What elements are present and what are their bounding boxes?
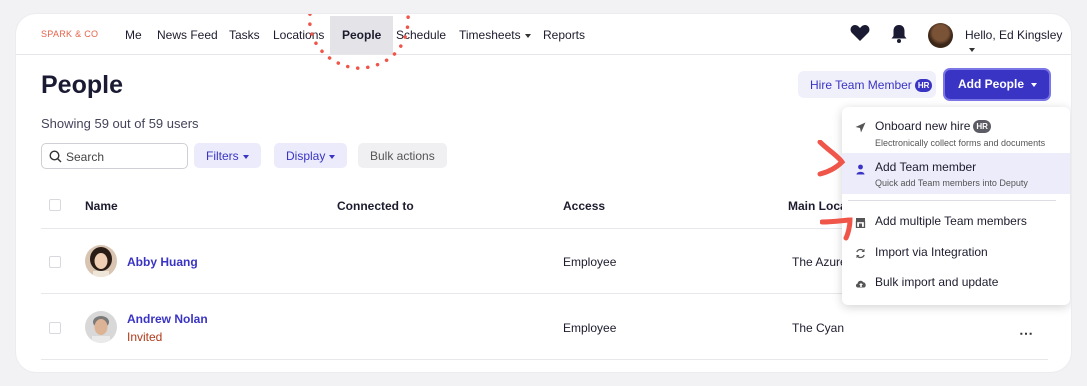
menu-item-onboard-new-hire[interactable]: Onboard new hire HR Electronically collec… bbox=[842, 107, 1070, 153]
access-cell: Employee bbox=[563, 321, 617, 335]
status-badge: Invited bbox=[127, 330, 163, 344]
menu-item-label: Onboard new hire HR bbox=[875, 119, 991, 133]
add-people-label: Add People bbox=[958, 77, 1025, 91]
menu-item-description: Quick add Team members into Deputy bbox=[875, 178, 1028, 188]
onboard-new-hire-label: Onboard new hire bbox=[875, 119, 971, 133]
hr-badge: HR bbox=[973, 120, 991, 133]
search-input[interactable] bbox=[66, 147, 181, 166]
more-actions-icon[interactable]: ⋯ bbox=[1019, 325, 1034, 342]
row-checkbox[interactable] bbox=[49, 322, 61, 334]
row-checkbox[interactable] bbox=[49, 256, 61, 268]
filters-button[interactable]: Filters bbox=[194, 143, 261, 168]
user-avatar[interactable] bbox=[928, 23, 953, 48]
search-box[interactable] bbox=[41, 143, 188, 169]
location-cell: The Cyan bbox=[792, 321, 845, 335]
nav-item-locations[interactable]: Locations bbox=[273, 28, 324, 42]
menu-item-bulk-import-and-update[interactable]: Bulk import and update bbox=[842, 268, 1070, 296]
hire-team-member-button[interactable]: Hire Team Member HR bbox=[798, 71, 936, 98]
display-button[interactable]: Display bbox=[274, 143, 348, 168]
column-header-name[interactable]: Name bbox=[85, 199, 118, 213]
brand-logo[interactable]: SPARK & CO bbox=[41, 29, 98, 39]
nav-item-schedule[interactable]: Schedule bbox=[396, 28, 446, 42]
chevron-down-icon bbox=[1031, 82, 1038, 87]
menu-divider bbox=[848, 200, 1056, 201]
menu-item-label: Add multiple Team members bbox=[875, 214, 1027, 228]
page-title: People bbox=[41, 71, 123, 99]
add-people-menu: Onboard new hire HR Electronically collec… bbox=[842, 107, 1070, 305]
chevron-down-icon bbox=[329, 154, 336, 159]
person-name-link[interactable]: Andrew Nolan bbox=[127, 312, 208, 326]
select-all-checkbox[interactable] bbox=[49, 199, 61, 211]
menu-item-add-multiple-team-members[interactable]: Add multiple Team members bbox=[842, 207, 1070, 235]
divider bbox=[41, 359, 1048, 360]
column-header-main-location[interactable]: Main Loca bbox=[788, 199, 847, 213]
user-menu[interactable]: Hello, Ed Kingsley bbox=[965, 28, 1071, 56]
location-cell: The Azure bbox=[792, 255, 847, 269]
nav-item-tasks[interactable]: Tasks bbox=[229, 28, 260, 42]
avatar bbox=[85, 311, 117, 343]
menu-item-add-team-member[interactable]: Add Team member Quick add Team members i… bbox=[842, 153, 1070, 194]
filters-label: Filters bbox=[206, 149, 239, 163]
display-label: Display bbox=[286, 149, 326, 163]
user-count-summary: Showing 59 out of 59 users bbox=[41, 116, 199, 131]
column-header-access[interactable]: Access bbox=[563, 199, 605, 213]
chevron-down-icon bbox=[242, 154, 249, 159]
menu-item-label: Bulk import and update bbox=[875, 275, 999, 289]
nav-item-timesheets-label: Timesheets bbox=[459, 28, 521, 42]
nav-item-people[interactable]: People bbox=[330, 16, 394, 54]
menu-item-description: Electronically collect forms and documen… bbox=[875, 138, 1046, 148]
menu-item-label: Add Team member bbox=[875, 160, 977, 174]
user-greeting: Hello, Ed Kingsley bbox=[965, 28, 1063, 42]
nav-item-me[interactable]: Me bbox=[125, 28, 142, 42]
column-header-connected-to[interactable]: Connected to bbox=[337, 199, 414, 213]
cloud-upload-icon bbox=[855, 276, 867, 294]
avatar bbox=[85, 245, 117, 277]
menu-item-label: Import via Integration bbox=[875, 245, 988, 259]
send-icon bbox=[855, 120, 866, 138]
store-icon bbox=[855, 215, 866, 233]
search-icon bbox=[49, 150, 62, 168]
nav-item-reports[interactable]: Reports bbox=[543, 28, 585, 42]
access-cell: Employee bbox=[563, 255, 617, 269]
heart-icon[interactable] bbox=[850, 24, 870, 47]
bulk-actions-button[interactable]: Bulk actions bbox=[358, 143, 447, 168]
hire-team-member-label: Hire Team Member bbox=[810, 78, 912, 92]
app-window: SPARK & CO Me News Feed Tasks Locations … bbox=[16, 14, 1071, 372]
sync-icon bbox=[855, 246, 866, 264]
person-name-link[interactable]: Abby Huang bbox=[127, 255, 198, 269]
hr-badge: HR bbox=[914, 79, 933, 92]
add-people-button[interactable]: Add People bbox=[945, 70, 1049, 99]
bulk-actions-label: Bulk actions bbox=[370, 149, 435, 163]
bell-icon[interactable] bbox=[890, 24, 908, 49]
nav-item-timesheets[interactable]: Timesheets bbox=[459, 28, 531, 42]
chevron-down-icon bbox=[524, 33, 531, 38]
top-nav: SPARK & CO Me News Feed Tasks Locations … bbox=[16, 14, 1071, 55]
chevron-down-icon bbox=[969, 47, 975, 52]
nav-item-news-feed[interactable]: News Feed bbox=[157, 28, 218, 42]
menu-item-import-via-integration[interactable]: Import via Integration bbox=[842, 238, 1070, 266]
person-icon bbox=[855, 162, 866, 180]
